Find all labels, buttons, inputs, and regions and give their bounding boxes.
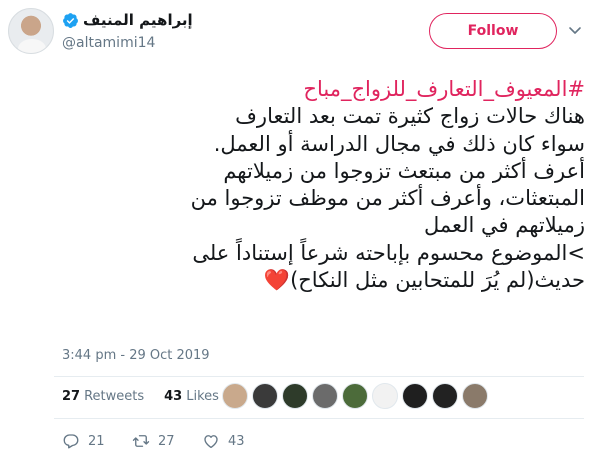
liker-avatar-2[interactable] — [252, 383, 278, 409]
liker-avatar-9[interactable] — [462, 383, 488, 409]
tweet-text: #المعيوف_التعارف_للزواج_مباح هناك حالات … — [6, 76, 585, 294]
retweets-count[interactable]: 27 — [62, 389, 80, 404]
retweet-count: 27 — [158, 433, 175, 449]
liker-avatars — [222, 383, 488, 409]
reply-button[interactable]: 21 — [62, 432, 132, 450]
divider — [54, 376, 584, 377]
heart-emoji: ❤️ — [263, 268, 291, 293]
liker-avatar-4[interactable] — [312, 383, 338, 409]
like-count: 43 — [228, 433, 245, 449]
tweet-line: المبتعثات، وأعرف أكثر من موظف تزوجوا من — [190, 186, 585, 211]
like-button[interactable]: 43 — [202, 432, 245, 450]
retweet-button[interactable]: 27 — [132, 432, 202, 450]
retweets-label[interactable]: Retweets — [84, 389, 144, 404]
author-name[interactable]: إبراهيم المنيف — [62, 11, 193, 29]
author-handle[interactable]: @altamimi14 — [62, 35, 155, 51]
reply-count: 21 — [88, 433, 105, 449]
liker-avatar-6[interactable] — [372, 383, 398, 409]
likes-label[interactable]: Likes — [186, 389, 219, 404]
liker-avatar-7[interactable] — [402, 383, 428, 409]
tweet-line: >الموضوع محسوم بإباحته شرعاً إستناداً عل… — [192, 240, 585, 265]
author-avatar[interactable] — [8, 8, 54, 54]
divider — [54, 418, 584, 419]
verified-badge-icon — [63, 12, 78, 28]
chevron-down-icon[interactable] — [567, 22, 583, 38]
tweet-line: زميلاتهم في العمل — [423, 213, 585, 238]
tweet-timestamp[interactable]: 3:44 pm - 29 Oct 2019 — [62, 348, 210, 363]
author-display-name[interactable]: إبراهيم المنيف — [83, 11, 193, 29]
tweet-line: حديث(لم يُرَ للمتحابين مثل النكاح) — [290, 268, 585, 293]
liker-avatar-1[interactable] — [222, 383, 248, 409]
tweet-last-line: حديث(لم يُرَ للمتحابين مثل النكاح)❤️ — [6, 267, 585, 294]
tweet-actions: 21 27 43 — [62, 432, 245, 450]
likes-count[interactable]: 43 — [164, 389, 182, 404]
follow-button[interactable]: Follow — [429, 13, 557, 49]
liker-avatar-3[interactable] — [282, 383, 308, 409]
liker-avatar-5[interactable] — [342, 383, 368, 409]
tweet-stats: 27 Retweets 43 Likes — [62, 389, 219, 404]
reply-icon — [63, 434, 79, 449]
tweet-line: أعرف أكثر من مبتعث تزوجوا من زميلاتهم — [223, 158, 585, 183]
hashtag-link[interactable]: #المعيوف_التعارف_للزواج_مباح — [6, 76, 585, 103]
tweet-line: سواء كان ذلك في مجال الدراسة أو العمل. — [213, 131, 585, 156]
retweet-icon — [132, 435, 150, 447]
heart-icon — [204, 435, 218, 449]
liker-avatar-8[interactable] — [432, 383, 458, 409]
tweet-line: هناك حالات زواج كثيرة تمت بعد التعارف — [235, 104, 585, 129]
